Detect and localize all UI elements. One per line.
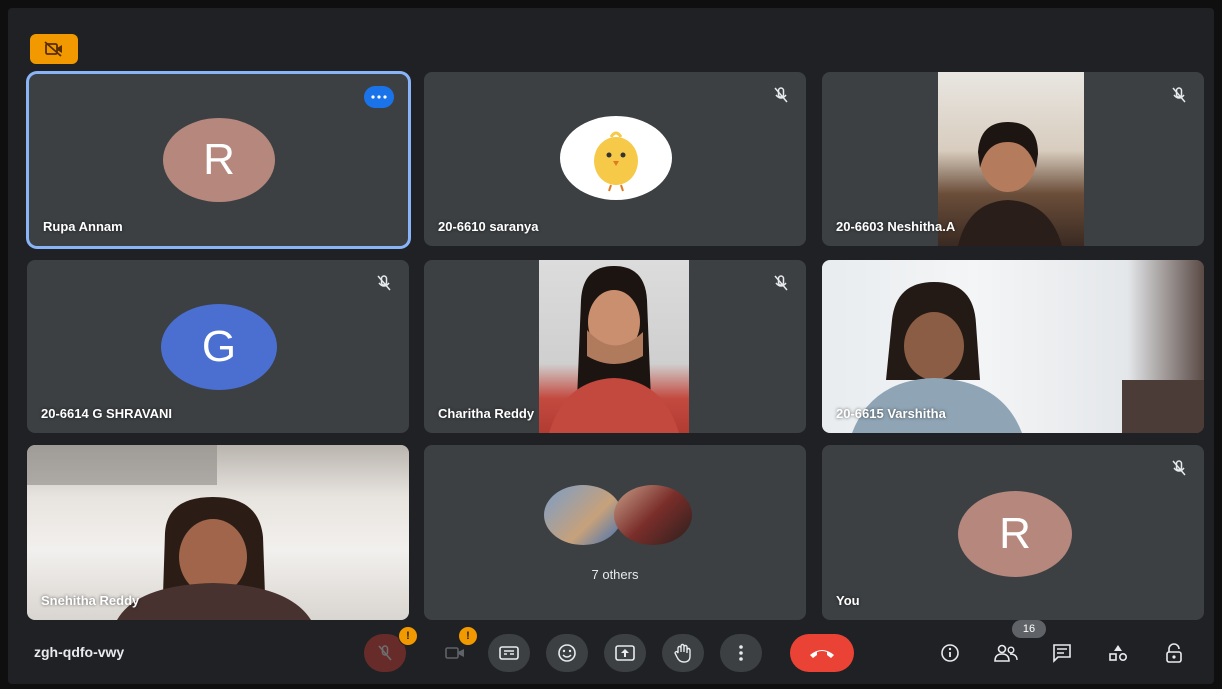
meet-window: R Rupa Annam 20-6610 saranya 20-6603 Nes… xyxy=(8,8,1214,684)
others-avatars xyxy=(544,485,692,545)
emoji-icon xyxy=(558,644,576,662)
info-icon xyxy=(941,644,959,662)
avatar: G xyxy=(161,304,277,390)
mic-off-icon xyxy=(774,275,788,291)
participant-tile[interactable]: 20-6615 Varshitha xyxy=(822,260,1204,433)
captions-icon xyxy=(499,646,519,660)
host-controls-button[interactable] xyxy=(1160,640,1188,666)
more-options-button[interactable] xyxy=(720,634,762,672)
self-tile[interactable]: R You xyxy=(822,445,1204,620)
others-count-label: 7 others xyxy=(591,567,639,582)
mic-off-icon xyxy=(378,645,392,661)
participant-name: 20-6610 saranya xyxy=(438,219,539,234)
people-icon xyxy=(994,644,1018,662)
participant-tile[interactable]: 20-6603 Neshitha.A xyxy=(822,72,1204,246)
people-button[interactable] xyxy=(992,640,1020,666)
avatar: R xyxy=(958,491,1072,577)
present-screen-button[interactable] xyxy=(604,634,646,672)
mic-off-icon xyxy=(774,87,788,103)
chat-icon xyxy=(1053,644,1071,663)
camera-off-icon xyxy=(44,41,62,57)
participant-name: You xyxy=(836,593,860,608)
activities-button[interactable] xyxy=(1104,640,1132,666)
participant-video xyxy=(938,72,1084,246)
more-options-indicator[interactable] xyxy=(364,86,394,108)
avatar-letter: G xyxy=(201,322,237,371)
participant-name: Rupa Annam xyxy=(43,219,123,234)
leave-call-button[interactable] xyxy=(790,634,854,672)
participant-tile[interactable]: 20-6610 saranya xyxy=(424,72,806,246)
activities-icon xyxy=(1109,645,1128,662)
avatar-letter: R xyxy=(999,509,1031,558)
others-avatar xyxy=(544,485,622,545)
raise-hand-button[interactable] xyxy=(662,634,704,672)
meeting-details-button[interactable] xyxy=(936,640,964,666)
others-avatar xyxy=(614,485,692,545)
participant-count-badge: 16 xyxy=(1012,620,1046,638)
present-icon xyxy=(615,645,635,661)
chick-avatar xyxy=(560,116,672,200)
participant-name: Charitha Reddy xyxy=(438,406,535,421)
person-silhouette xyxy=(958,122,1062,246)
participant-tile[interactable]: G 20-6614 G SHRAVANI xyxy=(27,260,409,433)
mic-warning-badge: ! xyxy=(398,626,418,646)
hang-up-icon xyxy=(810,650,834,658)
participant-name: 20-6603 Neshitha.A xyxy=(836,219,956,234)
participant-name: 20-6614 G SHRAVANI xyxy=(41,406,173,421)
chick-icon xyxy=(594,131,638,192)
mic-off-icon xyxy=(1172,460,1186,476)
emoji-reaction-button[interactable] xyxy=(546,634,588,672)
avatar: R xyxy=(163,118,275,202)
participant-name: 20-6615 Varshitha xyxy=(836,406,946,421)
person-silhouette xyxy=(549,266,679,433)
more-options-icon xyxy=(739,645,743,661)
camera-warning-badge: ! xyxy=(458,626,478,646)
chat-button[interactable] xyxy=(1048,640,1076,666)
mic-off-icon xyxy=(377,275,391,291)
participant-video xyxy=(539,260,689,433)
avatar-letter: R xyxy=(203,135,235,184)
captions-button[interactable] xyxy=(488,634,530,672)
participant-tile[interactable]: Snehitha Reddy xyxy=(27,445,409,620)
camera-off-icon xyxy=(445,647,464,659)
raise-hand-icon xyxy=(674,643,691,663)
meeting-code: zgh-qdfo-vwy xyxy=(34,644,125,660)
mic-off-icon xyxy=(1172,87,1186,103)
participant-tile[interactable]: R Rupa Annam xyxy=(29,74,408,246)
others-tile[interactable]: 7 others xyxy=(424,445,806,620)
camera-off-warning-badge[interactable] xyxy=(30,34,78,64)
participant-tile[interactable]: Charitha Reddy xyxy=(424,260,806,433)
control-bar: zgh-qdfo-vwy ! ! 16 xyxy=(8,620,1214,684)
more-dots-icon xyxy=(371,95,387,99)
host-controls-icon xyxy=(1166,643,1182,663)
participant-name: Snehitha Reddy xyxy=(41,593,140,608)
